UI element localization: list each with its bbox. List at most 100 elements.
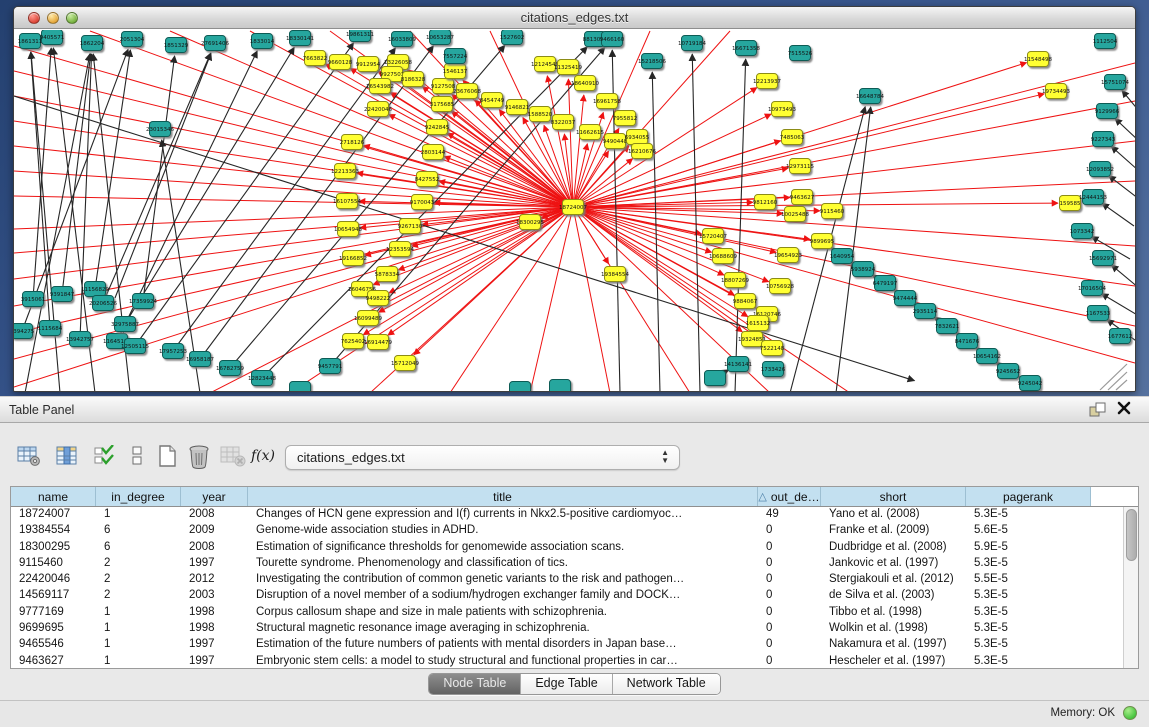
graph-node[interactable]: 9391847	[50, 287, 75, 302]
graph-node[interactable]: 1861311	[18, 34, 43, 49]
graph-node[interactable]: 18724007	[559, 200, 587, 215]
row-selection-icon[interactable]	[92, 443, 118, 469]
function-builder-icon[interactable]: f(x)	[250, 443, 276, 469]
graph-node[interactable]: 11662615	[576, 125, 604, 140]
cell-year[interactable]: 1998	[181, 605, 248, 621]
graph-node[interactable]: 18640910	[571, 76, 599, 91]
graph-node[interactable]: 12213937	[753, 74, 781, 89]
cell-in-degree[interactable]: 6	[96, 523, 181, 539]
graph-node[interactable]: 27691406	[201, 36, 229, 51]
graph-node[interactable]: 7522148	[760, 341, 785, 356]
cell-pagerank[interactable]: 5.9E-5	[966, 540, 1091, 556]
graph-node[interactable]: 3915061	[21, 292, 46, 307]
graph-node[interactable]: 14136141	[724, 357, 752, 372]
table-row[interactable]: 946362711997Embryonic stem cells: a mode…	[11, 654, 1138, 669]
graph-node[interactable]: 16099489	[354, 311, 382, 326]
graph-node[interactable]: 15712049	[391, 356, 419, 371]
graph-node[interactable]: 13942757	[66, 332, 94, 347]
cell-pagerank[interactable]: 5.6E-5	[966, 523, 1091, 539]
delete-column-icon[interactable]	[220, 443, 246, 469]
cell-name[interactable]: 19384554	[11, 523, 96, 539]
graph-node[interactable]: 20206526	[89, 296, 117, 311]
graph-node[interactable]: 1862204	[80, 36, 105, 51]
graph-node[interactable]: 2051304	[120, 32, 145, 47]
cell-title[interactable]: Genome-wide association studies in ADHD.	[248, 523, 758, 539]
graph-node[interactable]: 19654923	[774, 248, 802, 263]
graph-node[interactable]: 16961758	[593, 94, 621, 109]
graph-node[interactable]: 16958187	[186, 352, 214, 367]
graph-node[interactable]: 10719184	[678, 36, 706, 51]
graph-node[interactable]: 9242845	[425, 120, 450, 135]
table-row[interactable]: 1456911722003Disruption of a novel membe…	[11, 588, 1138, 604]
graph-node[interactable]: 1833014	[250, 34, 275, 49]
cell-in-degree[interactable]: 1	[96, 605, 181, 621]
table-row[interactable]: 969969511998Structural magnetic resonanc…	[11, 621, 1138, 637]
graph-node[interactable]: 15218506	[638, 54, 666, 69]
column-header-short[interactable]: short	[821, 487, 966, 506]
graph-node[interactable]: 15720407	[699, 229, 727, 244]
graph-node[interactable]: 10756928	[766, 279, 794, 294]
graph-node[interactable]: 12444153	[1079, 190, 1107, 205]
cell-short[interactable]: Tibbo et al. (1998)	[821, 605, 966, 621]
table-row[interactable]: 2242004622012Investigating the contribut…	[11, 572, 1138, 588]
graph-node[interactable]: 1115684	[38, 321, 63, 336]
cell-out-degree[interactable]: 0	[758, 540, 821, 556]
cell-name[interactable]: 18724007	[11, 507, 96, 523]
graph-node[interactable]: 12823448	[248, 371, 276, 386]
graph-node[interactable]: 9457791	[318, 359, 343, 374]
graph-node[interactable]: 6934055	[625, 130, 650, 145]
graph-node[interactable]: 1546137	[443, 64, 468, 79]
cell-title[interactable]: Embryonic stem cells: a model to study s…	[248, 654, 758, 669]
graph-node[interactable]: 19861311	[346, 30, 374, 42]
graph-node[interactable]: 16648784	[856, 89, 884, 104]
graph-node[interactable]: 9267130	[398, 219, 423, 234]
cell-pagerank[interactable]: 5.3E-5	[966, 588, 1091, 604]
cell-year[interactable]: 1997	[181, 654, 248, 669]
cell-short[interactable]: Wolkin et al. (1998)	[821, 621, 966, 637]
cell-year[interactable]: 2008	[181, 540, 248, 556]
tab-node-table[interactable]: Node Table	[429, 674, 521, 694]
graph-node[interactable]: 7625402	[341, 334, 366, 349]
graph-node[interactable]	[705, 371, 726, 386]
table-row[interactable]: 946554611997Estimation of the future num…	[11, 637, 1138, 653]
graph-node[interactable]	[290, 382, 311, 393]
graph-node[interactable]: 12973115	[786, 159, 814, 174]
graph-node[interactable]: 8322037	[551, 115, 576, 130]
cell-pagerank[interactable]: 5.3E-5	[966, 556, 1091, 572]
cell-in-degree[interactable]: 1	[96, 637, 181, 653]
graph-node[interactable]: 9127508	[431, 79, 456, 94]
graph-node[interactable]: 9466160	[600, 32, 625, 47]
graph-node[interactable]: 19734493	[1042, 84, 1070, 99]
graph-node[interactable]: 1112504	[1093, 34, 1118, 49]
graph-node[interactable]: 16033809	[388, 32, 416, 47]
cell-pagerank[interactable]: 5.5E-5	[966, 572, 1091, 588]
graph-node[interactable]: 9463627	[790, 190, 815, 205]
graph-node[interactable]: 5938924	[851, 262, 876, 277]
column-header-out_de[interactable]: △out_de…	[758, 487, 821, 506]
column-header-title[interactable]: title	[248, 487, 758, 506]
graph-node[interactable]: 3175685	[430, 97, 455, 112]
graph-node[interactable]: 9245042	[1018, 376, 1043, 391]
graph-node[interactable]: 1640954	[830, 249, 855, 264]
select-columns-icon[interactable]	[54, 443, 80, 469]
graph-node[interactable]: 1615132	[746, 316, 771, 331]
cell-in-degree[interactable]: 1	[96, 654, 181, 669]
cell-short[interactable]: de Silva et al. (2003)	[821, 588, 966, 604]
graph-node[interactable]: 16543982	[366, 79, 394, 94]
cell-title[interactable]: Tourette syndrome. Phenomenology and cla…	[248, 556, 758, 572]
column-header-name[interactable]: name	[11, 487, 96, 506]
graph-node[interactable]: 7515526	[788, 46, 813, 61]
graph-node[interactable]: 7832621	[935, 319, 960, 334]
graph-node[interactable]: 1588520	[528, 107, 553, 122]
graph-node[interactable]: 9245652	[996, 364, 1021, 379]
graph-node[interactable]: 9812160	[753, 195, 778, 210]
graph-node[interactable]: 1394275	[14, 324, 35, 339]
graph-node[interactable]: 15692971	[1089, 251, 1117, 266]
cell-short[interactable]: Hescheler et al. (1997)	[821, 654, 966, 669]
cell-year[interactable]: 1997	[181, 637, 248, 653]
graph-node[interactable]: 12213363	[331, 164, 359, 179]
cell-in-degree[interactable]: 2	[96, 572, 181, 588]
graph-node[interactable]: 18300295	[516, 215, 544, 230]
graph-node[interactable]: 2718126	[340, 135, 365, 150]
cell-pagerank[interactable]: 5.3E-5	[966, 621, 1091, 637]
